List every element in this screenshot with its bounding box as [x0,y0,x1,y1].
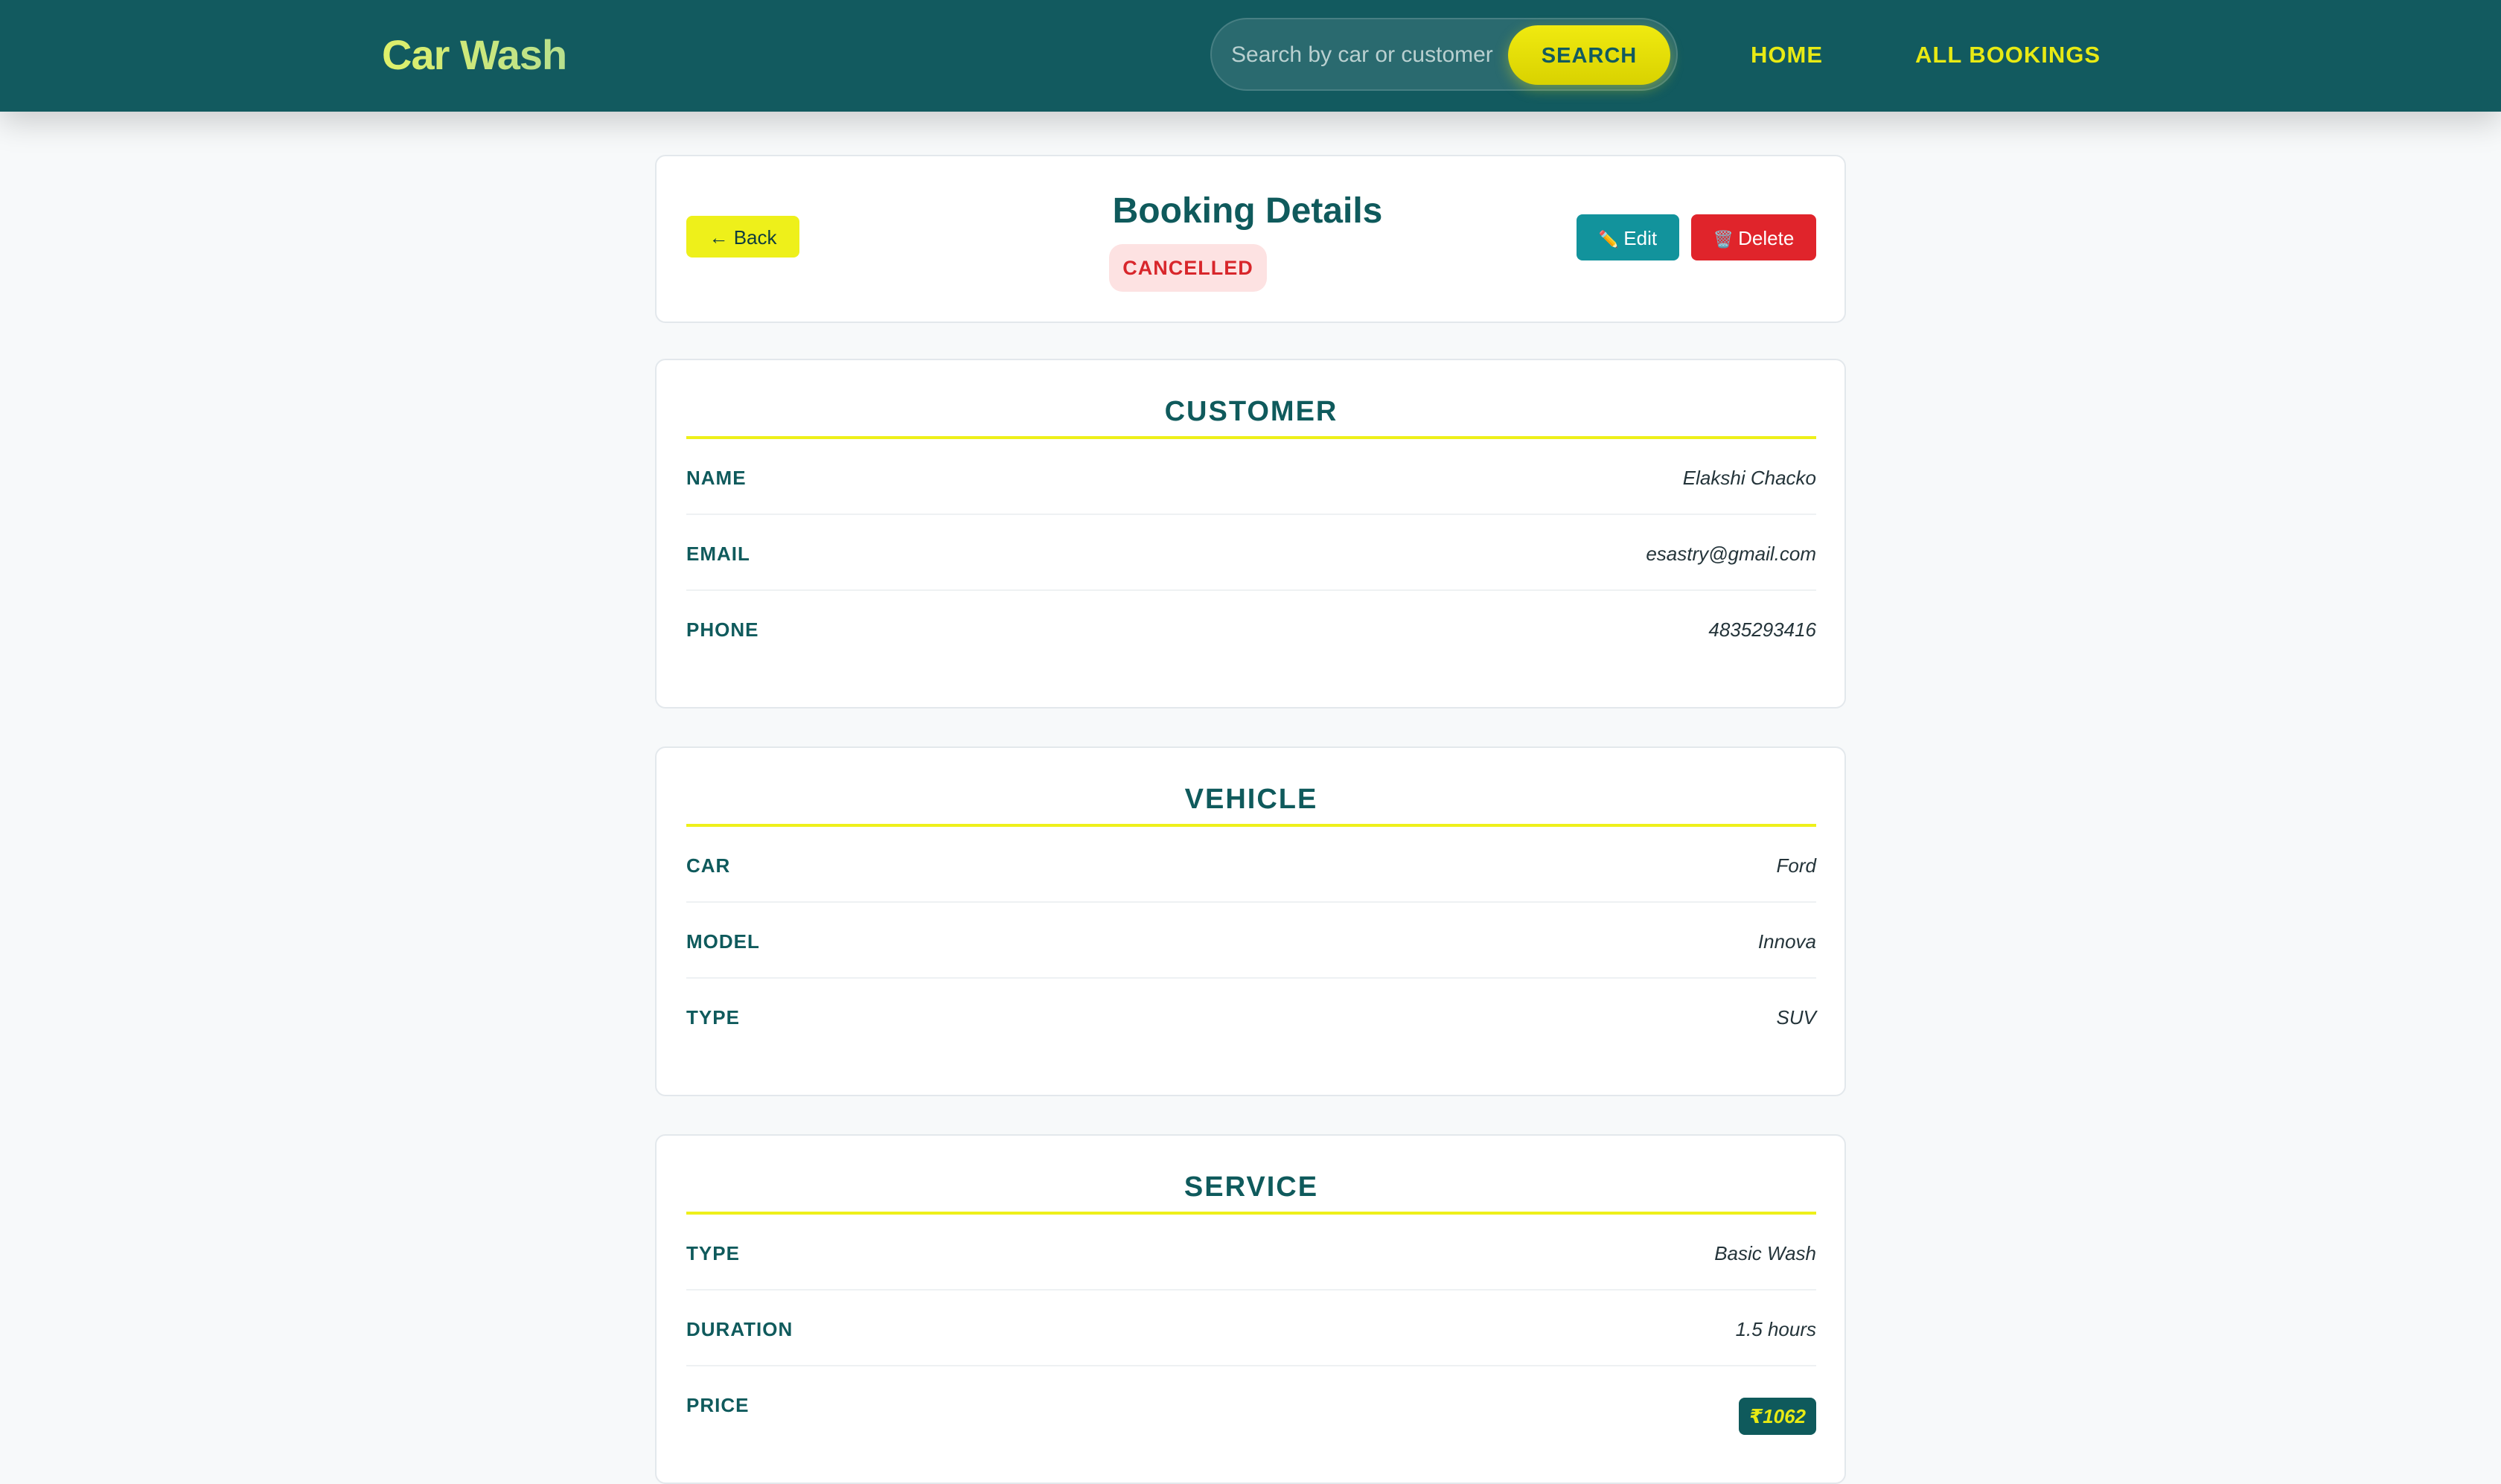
detail-label: PRICE [686,1394,750,1416]
customer-details-list: NAME Elakshi Chacko EMAIL esastry@gmail.… [686,439,1816,667]
vehicle-details-list: CAR Ford MODEL Innova TYPE SUV [686,827,1816,1055]
search-button[interactable]: SEARCH [1508,25,1670,85]
brand-logo[interactable]: Car Wash [382,27,567,83]
nav-link-all-bookings[interactable]: ALL BOOKINGS [1915,37,2101,73]
booking-header-card: ← Back Booking Details CANCELLED ✏️ Edit … [655,155,1846,323]
delete-button-label: Delete [1738,227,1795,249]
detail-row-name: NAME Elakshi Chacko [686,439,1816,515]
customer-section-title: CUSTOMER [686,393,1816,439]
customer-card: CUSTOMER NAME Elakshi Chacko EMAIL esast… [655,359,1846,709]
detail-label: MODEL [686,930,760,953]
detail-value: SUV [1776,1006,1816,1029]
detail-label: PHONE [686,618,759,641]
detail-row-car: CAR Ford [686,827,1816,903]
detail-value: Innova [1757,930,1816,953]
detail-label: DURATION [686,1318,793,1340]
price-badge: ₹1062 [1739,1398,1816,1435]
service-section-title: SERVICE [686,1168,1816,1215]
detail-value: 1.5 hours [1735,1318,1816,1340]
search-input[interactable] [1231,37,1502,73]
detail-label: TYPE [686,1242,740,1264]
delete-button[interactable]: 🗑️ Delete [1691,214,1816,260]
detail-row-price: PRICE ₹1062 [686,1366,1816,1442]
detail-row-service-type: TYPE Basic Wash [686,1215,1816,1290]
edit-button[interactable]: ✏️ Edit [1577,214,1679,260]
detail-row-model: MODEL Innova [686,903,1816,979]
detail-label: EMAIL [686,543,750,565]
trash-icon: 🗑️ [1713,230,1734,249]
detail-label: TYPE [686,1006,740,1029]
detail-value: esastry@gmail.com [1646,543,1816,565]
detail-value: Basic Wash [1714,1242,1816,1264]
pencil-icon: ✏️ [1598,230,1620,249]
edit-button-label: Edit [1623,227,1658,249]
detail-value: Ford [1776,854,1816,877]
detail-row-duration: DURATION 1.5 hours [686,1290,1816,1366]
vehicle-section-title: VEHICLE [686,781,1816,827]
detail-label: NAME [686,467,747,489]
page-title: Booking Details [1112,191,1383,231]
nav-link-home[interactable]: HOME [1751,37,1823,73]
service-details-list: TYPE Basic Wash DURATION 1.5 hours PRICE… [686,1215,1816,1442]
search-bar: SEARCH [1210,18,1678,91]
detail-row-email: EMAIL esastry@gmail.com [686,515,1816,591]
vehicle-card: VEHICLE CAR Ford MODEL Innova TYPE SUV [655,746,1846,1096]
detail-value: 4835293416 [1708,618,1816,641]
detail-label: CAR [686,854,731,877]
status-badge: CANCELLED [1109,244,1267,292]
back-button[interactable]: ← Back [686,216,799,258]
detail-row-phone: PHONE 4835293416 [686,591,1816,667]
detail-row-type: TYPE SUV [686,979,1816,1055]
top-navbar: Car Wash SEARCH HOME ALL BOOKINGS [0,0,2501,112]
detail-value: Elakshi Chacko [1682,467,1816,489]
